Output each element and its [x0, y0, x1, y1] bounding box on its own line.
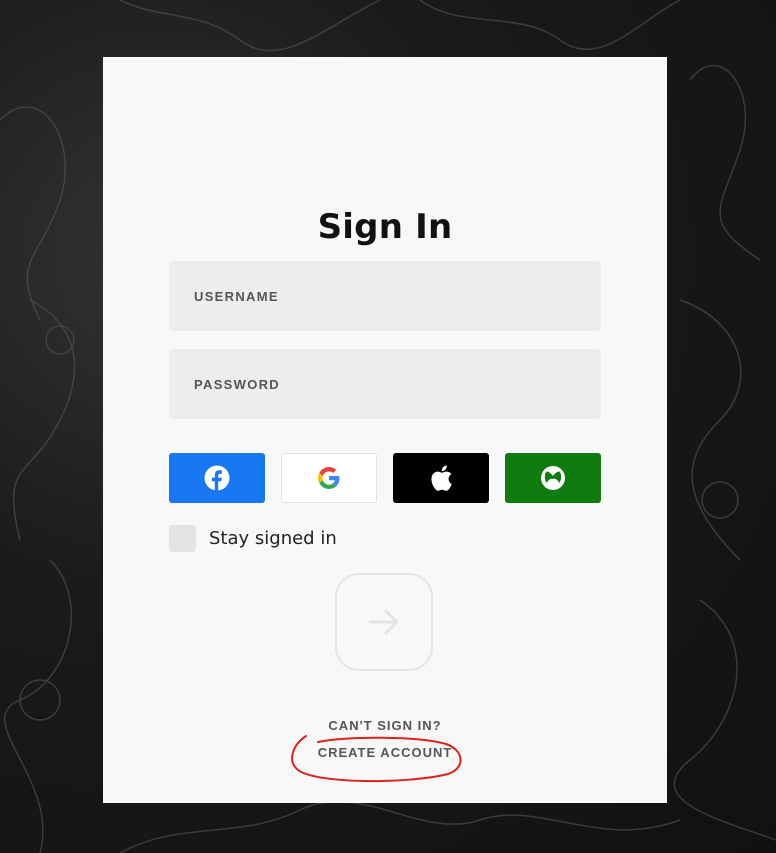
xbox-signin-button[interactable] — [505, 453, 601, 503]
sign-in-card: Sign In USERNAME PASSWORD Stay signed in… — [103, 57, 667, 803]
stay-signed-in-checkbox[interactable] — [169, 525, 196, 552]
stay-signed-in-label[interactable]: Stay signed in — [209, 528, 337, 549]
stay-signed-in-row[interactable]: Stay signed in — [169, 525, 337, 552]
xbox-icon — [541, 466, 565, 490]
username-field[interactable]: USERNAME — [169, 261, 601, 331]
submit-button[interactable] — [335, 573, 433, 671]
google-signin-button[interactable] — [281, 453, 377, 503]
google-icon — [318, 467, 340, 489]
arrow-right-icon — [368, 609, 399, 635]
apple-icon — [431, 465, 452, 491]
password-field[interactable]: PASSWORD — [169, 349, 601, 419]
facebook-icon — [204, 465, 230, 491]
red-circle-annotation — [291, 735, 462, 783]
facebook-signin-button[interactable] — [169, 453, 265, 503]
page-title: Sign In — [317, 207, 453, 247]
apple-signin-button[interactable] — [393, 453, 489, 503]
